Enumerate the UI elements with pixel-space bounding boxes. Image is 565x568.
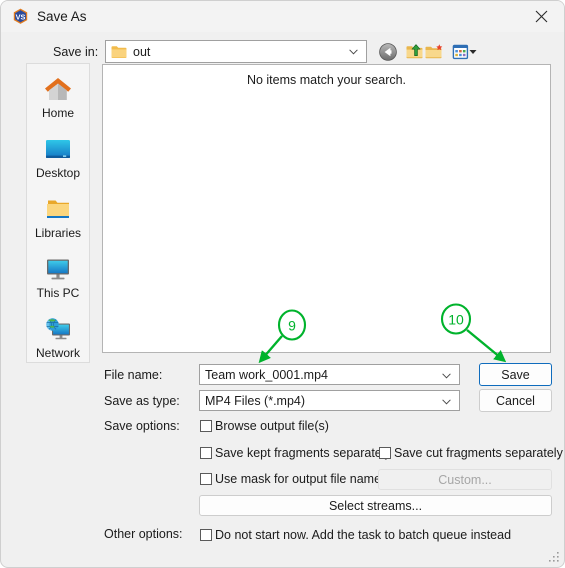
home-icon <box>41 74 75 104</box>
svg-text:VS: VS <box>16 12 26 21</box>
title-bar: VS Save As <box>1 1 564 32</box>
select-streams-button[interactable]: Select streams... <box>199 495 552 516</box>
save-in-value: out <box>133 45 151 59</box>
libraries-folder-icon <box>41 194 75 224</box>
checkbox-box <box>200 420 212 432</box>
up-folder-icon[interactable] <box>405 42 425 62</box>
checkbox-box <box>200 473 212 485</box>
other-options-label: Other options: <box>104 527 183 541</box>
chevron-down-icon[interactable] <box>442 373 451 379</box>
vs-logo-icon: VS <box>13 8 28 24</box>
network-globe-icon <box>41 314 75 344</box>
checkbox-box <box>200 447 212 459</box>
sidebar-item-label: Desktop <box>35 166 81 180</box>
checkbox-label: Save kept fragments separately <box>215 446 391 460</box>
save-options-label: Save options: <box>104 419 180 433</box>
save-as-dialog: VS Save As Save in: out Home Desktop Lib… <box>0 0 565 568</box>
file-list-view[interactable]: No items match your search. <box>102 64 551 353</box>
close-icon <box>535 10 548 23</box>
chevron-down-icon <box>349 49 358 55</box>
folder-icon <box>111 46 127 58</box>
browse-output-checkbox[interactable]: Browse output file(s) <box>200 419 329 433</box>
save-as-type-label: Save as type: <box>104 394 180 408</box>
checkbox-box <box>379 447 391 459</box>
save-in-label: Save in: <box>53 45 99 59</box>
views-grid-icon[interactable] <box>451 42 471 62</box>
file-name-label: File name: <box>104 368 163 382</box>
file-name-field[interactable]: Team work_0001.mp4 <box>199 364 460 385</box>
save-kept-fragments-checkbox[interactable]: Save kept fragments separately <box>200 446 391 460</box>
this-pc-monitor-icon <box>41 254 75 284</box>
sidebar-item-this-pc[interactable]: This PC <box>27 254 89 300</box>
sidebar-item-network[interactable]: Network <box>27 314 89 360</box>
save-cut-fragments-checkbox[interactable]: Save cut fragments separately <box>379 446 563 460</box>
checkbox-label: Browse output file(s) <box>215 419 329 433</box>
cancel-button[interactable]: Cancel <box>479 389 552 412</box>
file-name-value: Team work_0001.mp4 <box>205 368 328 382</box>
resize-grip-icon[interactable] <box>549 552 560 563</box>
checkbox-label: Save cut fragments separately <box>394 446 563 460</box>
chevron-down-icon[interactable] <box>442 399 451 405</box>
save-in-combobox[interactable]: out <box>105 40 367 63</box>
checkbox-label: Do not start now. Add the task to batch … <box>215 528 512 542</box>
sidebar-item-label: Libraries <box>34 226 82 240</box>
use-mask-checkbox[interactable]: Use mask for output file names <box>200 472 387 486</box>
save-button[interactable]: Save <box>479 363 552 386</box>
checkbox-box <box>200 529 212 541</box>
close-button[interactable] <box>519 1 564 32</box>
window-title: Save As <box>37 9 87 24</box>
sidebar-item-label: Home <box>41 106 74 120</box>
views-dropdown-chevron-icon[interactable] <box>469 49 477 55</box>
sidebar-item-desktop[interactable]: Desktop <box>27 134 89 180</box>
desktop-monitor-icon <box>41 134 75 164</box>
do-not-start-now-checkbox[interactable]: Do not start now. Add the task to batch … <box>200 528 511 542</box>
back-button[interactable] <box>378 42 398 62</box>
sidebar-item-libraries[interactable]: Libraries <box>27 194 89 240</box>
checkbox-label: Use mask for output file names <box>215 472 388 486</box>
sidebar-item-label: This PC <box>36 286 80 300</box>
sidebar-item-label: Network <box>35 346 80 360</box>
save-as-type-combobox[interactable]: MP4 Files (*.mp4) <box>199 390 460 411</box>
places-sidebar: Home Desktop Libraries This PC Network <box>26 63 90 363</box>
save-as-type-value: MP4 Files (*.mp4) <box>205 394 306 408</box>
sidebar-item-home[interactable]: Home <box>27 74 89 120</box>
custom-button: Custom... <box>378 469 552 490</box>
empty-list-message: No items match your search. <box>246 73 407 87</box>
new-folder-icon[interactable] <box>424 42 444 62</box>
